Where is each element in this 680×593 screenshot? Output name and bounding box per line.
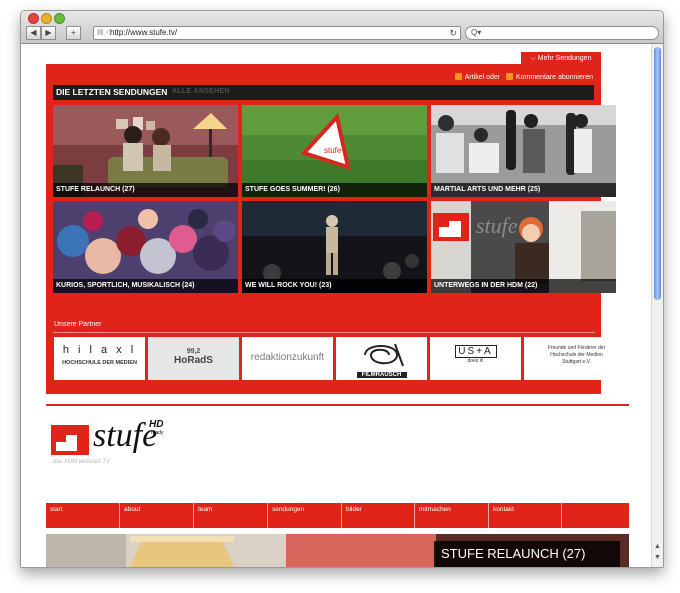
tile-caption: STUFE GOES SUMMER! (26) (242, 183, 427, 197)
forward-button[interactable]: ▶ (41, 26, 56, 40)
show-tile[interactable]: MARTIAL ARTS UND MEHR (25) (431, 105, 616, 197)
nav-label: start (50, 506, 63, 513)
nav-label: bilder (346, 506, 362, 513)
nav-item-start[interactable]: start (46, 503, 120, 528)
scroll-up-icon[interactable]: ▲ (653, 543, 662, 550)
horads-frequency: 99,2 (186, 348, 201, 355)
minimize-window-button[interactable] (41, 13, 52, 24)
partner-logo-filmrausch[interactable]: FILMRAUSCH (336, 337, 427, 380)
close-window-button[interactable] (28, 13, 39, 24)
partner-logo-horads[interactable]: 99,2 HoRadS (148, 337, 239, 380)
nav-label: team (198, 506, 213, 513)
reload-icon[interactable]: ↻ (449, 27, 457, 39)
rss-icon (454, 73, 462, 80)
subscribe-comments-link[interactable]: Kommentare abonnieren (516, 74, 593, 81)
show-tile[interactable]: KURIOS, SPORTLICH, MUSIKALISCH (24) (53, 201, 238, 293)
site-icon: ▤ ◁ (97, 29, 111, 36)
nav-label: sendungen (272, 506, 305, 513)
tile-caption: STUFE RELAUNCH (27) (53, 183, 238, 197)
section-title: DIE LETZTEN SENDUNGEN (56, 87, 168, 97)
nav-label: about (124, 506, 141, 513)
nav-item-mitmachen[interactable]: mitmachen (415, 503, 489, 528)
add-bookmark-button[interactable]: + (66, 26, 81, 40)
search-field[interactable]: Q▾ (465, 26, 659, 40)
show-tile[interactable]: WE WILL ROCK YOU! (23) (242, 201, 427, 293)
partners-divider (53, 332, 595, 333)
nav-label: mitmachen (419, 506, 451, 513)
nav-item-team[interactable]: team (194, 503, 268, 528)
browser-window: ◀ ▶ + ▤ ◁ http://www.stufe.tv/ ↻ Q▾ ⌵ Me… (20, 10, 664, 568)
hdm-name: HOCHSCHULE DER MEDIEN (62, 360, 137, 366)
browser-toolbar: ◀ ▶ + ▤ ◁ http://www.stufe.tv/ ↻ Q▾ (21, 11, 663, 44)
page-viewport: ⌵ Mehr Sendungen Artikel oder Kommentare… (21, 44, 651, 567)
partner-logo-usta[interactable]: US+A does it! (430, 337, 521, 380)
show-tile[interactable]: stufe STUFE GOES SUMMER! (26) (242, 105, 427, 197)
vertical-scrollbar[interactable]: ▲ ▼ (651, 44, 663, 567)
rss-icon (505, 73, 513, 80)
chevron-down-icon: ⌵ (530, 55, 538, 62)
tile-caption: WE WILL ROCK YOU! (23) (242, 279, 427, 293)
foerderer-name: Freunde und Förderer der Hochschule der … (547, 345, 606, 365)
featured-title: STUFE RELAUNCH (27) (434, 541, 620, 567)
scroll-thumb[interactable] (654, 47, 661, 300)
main-navigation: start about team sendungen bilder mitmac… (46, 503, 629, 528)
search-icon: Q▾ (471, 28, 482, 37)
partner-logo-hdm[interactable]: h i l a x l HOCHSCHULE DER MEDIEN (54, 337, 145, 380)
view-all-link[interactable]: ALLE ANSEHEN (172, 88, 230, 95)
nav-item-sendungen[interactable]: sendungen (268, 503, 342, 528)
tile-caption: UNTERWEGS IN DER HDM (22) (431, 279, 616, 293)
redaktionzukunft-name: redaktionzukunft (250, 352, 325, 363)
sign-logo-text: stufe (324, 146, 342, 155)
latest-shows-panel: Artikel oder Kommentare abonnieren DIE L… (46, 64, 616, 394)
filmrausch-mark-icon (363, 343, 404, 367)
partner-logo-foerderer[interactable]: Freunde und Förderer der Hochschule der … (524, 337, 615, 380)
usta-tagline: does it! (467, 358, 484, 364)
partner-logo-redaktionzukunft[interactable]: redaktionzukunft (242, 337, 333, 380)
url-text[interactable]: http://www.stufe.tv/ (110, 27, 177, 39)
section-header: DIE LETZTEN SENDUNGEN ALLE ANSEHEN (53, 85, 594, 100)
site-logo[interactable]: stufe HD ready das HdM webcast TV (51, 417, 191, 487)
nav-label: kontakt (493, 506, 514, 513)
show-tile[interactable]: STUFE RELAUNCH (27) (53, 105, 238, 197)
scroll-down-icon[interactable]: ▼ (653, 554, 662, 561)
tile-caption: MARTIAL ARTS UND MEHR (25) (431, 183, 616, 197)
nav-item-bilder[interactable]: bilder (342, 503, 415, 528)
brand-name: stufe (93, 417, 158, 454)
section-divider (46, 404, 629, 406)
hd-badge-sub: ready (151, 430, 164, 436)
horads-name: HoRadS (174, 355, 213, 366)
back-arrow-icon: ◀ (30, 28, 37, 37)
featured-show[interactable]: STUFE RELAUNCH (27) (46, 534, 629, 567)
filmrausch-name: FILMRAUSCH (356, 372, 407, 378)
hdm-mark: h i l a x l (62, 344, 137, 356)
brand-tagline: das HdM webcast TV (53, 459, 111, 465)
nav-item-about[interactable]: about (120, 503, 194, 528)
screen-logo-text: stufe (476, 213, 518, 238)
hd-badge: HD (149, 419, 164, 430)
stairs-logo-icon (51, 425, 89, 455)
subscribe-articles-link[interactable]: Artikel oder (465, 74, 500, 81)
partners-heading: Unsere Partner (54, 321, 102, 328)
show-tile[interactable]: stufe UNTERWEGS IN DER HDM (22) (431, 201, 616, 293)
zoom-window-button[interactable] (54, 13, 65, 24)
address-bar[interactable]: ▤ ◁ http://www.stufe.tv/ ↻ (93, 26, 461, 40)
back-button[interactable]: ◀ (26, 26, 41, 40)
usta-mark: US+A (454, 345, 497, 358)
tile-caption: KURIOS, SPORTLICH, MUSIKALISCH (24) (53, 279, 238, 293)
plus-icon: + (71, 28, 76, 37)
subscribe-links: Artikel oder Kommentare abonnieren (454, 73, 593, 81)
more-shows-label: Mehr Sendungen (537, 55, 592, 62)
nav-item-kontakt[interactable]: kontakt (489, 503, 562, 528)
forward-arrow-icon: ▶ (45, 28, 52, 37)
